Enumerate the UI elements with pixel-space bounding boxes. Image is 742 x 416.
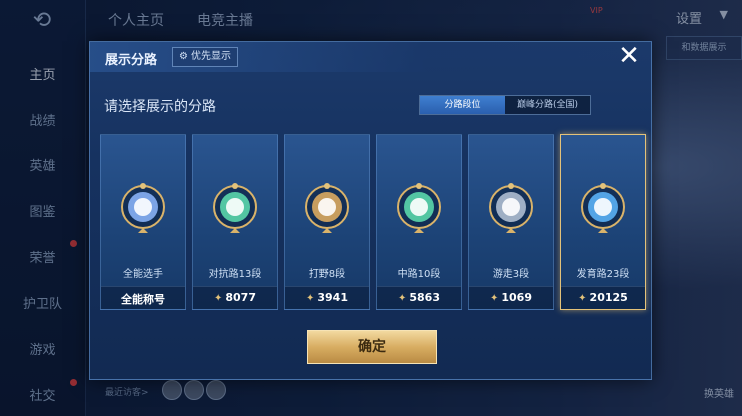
lane-card-score-bar: ✦ 3941 — [285, 286, 369, 309]
lane-card[interactable]: 中路10段 ✦ 5863 — [376, 134, 462, 310]
lane-display-dialog: 展示分路 ⚙ 优先显示 ✕ 请选择展示的分路 分路段位 巅峰分路(全国) 全能选… — [89, 41, 652, 380]
lane-card-score-bar: ✦ 5863 — [377, 286, 461, 309]
gear-icon: ⚙ — [179, 51, 188, 62]
clash-lane-emblem-icon — [213, 183, 257, 233]
dialog-title: 展示分路 — [105, 53, 158, 68]
rank-points-icon: ✦ — [397, 293, 407, 304]
lane-card-list: 全能选手 全能称号 对抗路13段 ✦ 8077 打野8段 ✦ 3941 中路10段 … — [100, 134, 646, 310]
confirm-button[interactable]: 确定 — [307, 330, 437, 364]
lane-card-score-bar: ✦ 1069 — [469, 286, 553, 309]
lane-card-name: 对抗路13段 — [208, 269, 262, 280]
priority-display-label: 优先显示 — [190, 51, 231, 62]
lane-card[interactable]: 打野8段 ✦ 3941 — [284, 134, 370, 310]
rank-points-icon: ✦ — [305, 293, 315, 304]
farm-lane-emblem-icon — [581, 183, 625, 233]
roam-emblem-icon — [489, 183, 533, 233]
lane-card-selected[interactable]: 发育路23段 ✦ 20125 — [560, 134, 646, 310]
rank-points-icon: ✦ — [213, 293, 223, 304]
close-icon[interactable]: ✕ — [616, 43, 642, 70]
allround-emblem-icon — [121, 183, 165, 233]
toggle-peak-lane[interactable]: 巅峰分路(全国) — [505, 96, 590, 114]
lane-card-name: 全能选手 — [123, 269, 163, 280]
lane-card-name: 打野8段 — [308, 269, 346, 280]
lane-card-name: 发育路23段 — [576, 269, 630, 280]
lane-card[interactable]: 对抗路13段 ✦ 8077 — [192, 134, 278, 310]
lane-card-score: 8077 — [225, 291, 256, 304]
lane-card-score-bar: ✦ 20125 — [561, 286, 645, 309]
lane-card-score: 3941 — [317, 291, 348, 304]
lane-card-name: 游走3段 — [492, 269, 530, 280]
lane-card-score: 1069 — [501, 291, 532, 304]
lane-card-score-bar: 全能称号 — [101, 286, 185, 309]
toggle-lane-rank[interactable]: 分路段位 — [420, 96, 505, 114]
lane-card-score: 全能称号 — [121, 293, 165, 306]
priority-display-button[interactable]: ⚙ 优先显示 — [172, 47, 238, 67]
lane-card-score: 5863 — [409, 291, 440, 304]
lane-mode-toggle: 分路段位 巅峰分路(全国) — [419, 95, 591, 115]
mid-lane-emblem-icon — [397, 183, 441, 233]
rank-points-icon: ✦ — [489, 293, 499, 304]
jungle-emblem-icon — [305, 183, 349, 233]
lane-card-score: 20125 — [589, 291, 628, 304]
lane-card[interactable]: 游走3段 ✦ 1069 — [468, 134, 554, 310]
rank-points-icon: ✦ — [578, 293, 587, 304]
lane-card[interactable]: 全能选手 全能称号 — [100, 134, 186, 310]
lane-card-name: 中路10段 — [397, 269, 441, 280]
lane-card-score-bar: ✦ 8077 — [193, 286, 277, 309]
dialog-subtitle: 请选择展示的分路 — [104, 99, 216, 115]
